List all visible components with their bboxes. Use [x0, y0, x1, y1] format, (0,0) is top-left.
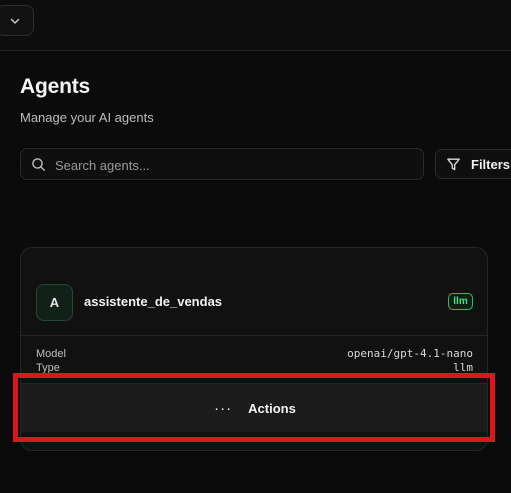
- card-divider: [21, 335, 487, 336]
- agents-page: Agents Manage your AI agents Filters A a…: [0, 0, 511, 493]
- actions-button[interactable]: ··· Actions: [21, 383, 487, 432]
- filters-label: Filters: [471, 156, 511, 172]
- agent-name: assistente_de_vendas: [84, 294, 223, 309]
- filter-icon: [446, 157, 461, 172]
- type-value: llm: [453, 361, 473, 374]
- top-bar: [0, 0, 511, 51]
- filters-button[interactable]: Filters: [435, 149, 511, 179]
- more-horizontal-icon: ···: [214, 399, 233, 417]
- agent-type-badge: llm: [448, 293, 473, 310]
- page-subtitle: Manage your AI agents: [20, 110, 154, 125]
- search-icon: [31, 157, 46, 177]
- search-box[interactable]: [20, 148, 424, 181]
- model-value: openai/gpt-4.1-nano: [347, 347, 473, 360]
- page-title: Agents: [20, 75, 90, 98]
- search-input[interactable]: [53, 149, 417, 181]
- type-label: Type: [36, 362, 60, 374]
- actions-label: Actions: [248, 400, 296, 416]
- menu-dropdown-button[interactable]: [0, 5, 34, 36]
- chevron-down-icon: [9, 15, 21, 27]
- model-label: Model: [36, 348, 66, 360]
- agent-card: A assistente_de_vendas llm Model openai/…: [20, 247, 488, 451]
- agent-avatar: A: [36, 284, 73, 321]
